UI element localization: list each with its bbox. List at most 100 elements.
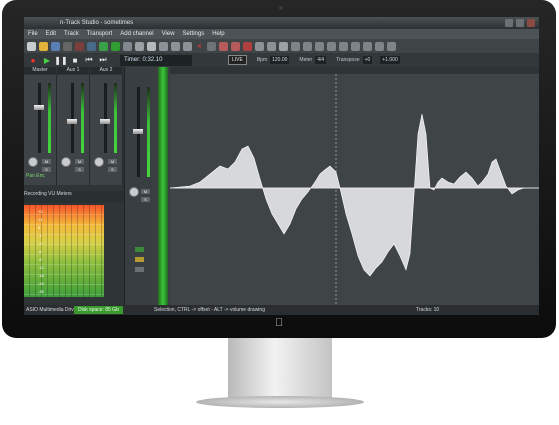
split-icon[interactable] <box>363 41 372 51</box>
master-solo-button[interactable]: S <box>141 197 150 202</box>
track-selection-bar[interactable] <box>158 67 168 305</box>
arrow-icon[interactable] <box>315 41 324 51</box>
record-icon[interactable]: ● <box>28 55 38 65</box>
bpm-label: Bpm <box>256 57 268 63</box>
vu-meter-grid <box>24 205 104 297</box>
fader-handle[interactable] <box>34 105 44 110</box>
piano-roll-icon[interactable] <box>279 41 288 51</box>
master-eq-button[interactable] <box>135 257 144 262</box>
window-controls <box>505 19 535 27</box>
monitor-stand <box>228 338 332 400</box>
fader-track <box>71 83 74 153</box>
transpose-label: Transpose <box>336 57 360 63</box>
solo-button[interactable]: S <box>75 167 84 172</box>
solo-button[interactable]: S <box>108 167 117 172</box>
menu-settings[interactable]: Settings <box>183 29 205 39</box>
waveform-display[interactable] <box>170 74 539 305</box>
pan-knob[interactable] <box>94 157 104 167</box>
pencil-icon[interactable] <box>303 41 312 51</box>
paste-icon[interactable] <box>183 41 192 51</box>
pan-knob[interactable] <box>61 157 71 167</box>
mute-button[interactable]: M <box>75 159 84 164</box>
level-meter <box>81 83 84 153</box>
fade-out-icon[interactable] <box>231 41 240 51</box>
menu-file[interactable]: File <box>28 29 38 39</box>
mute-button[interactable]: M <box>108 159 117 164</box>
loop-icon[interactable] <box>99 41 108 51</box>
status-hint: Selection, CTRL -> offset - ALT -> volum… <box>154 307 265 313</box>
menu-help[interactable]: Help <box>212 29 224 39</box>
monitor-icon[interactable] <box>111 41 120 51</box>
volume-field[interactable]: +1.000 <box>380 56 400 64</box>
menu-track[interactable]: Track <box>64 29 79 39</box>
save-icon[interactable] <box>51 41 60 51</box>
vu-meters-header: Recording VU Meters <box>24 191 124 203</box>
mixer-icon[interactable] <box>75 41 84 51</box>
undo-icon[interactable] <box>207 41 216 51</box>
delete-icon[interactable]: ✕ <box>195 42 204 51</box>
disk-space-indicator: Disk space: 85 Gb <box>74 306 123 314</box>
snap-icon[interactable] <box>375 41 384 51</box>
clock-icon[interactable] <box>147 41 156 51</box>
master-fader-handle[interactable] <box>133 129 143 134</box>
region-icon[interactable] <box>339 41 348 51</box>
title-bar: n-Track Studio - sometimes <box>24 17 539 29</box>
fader-track <box>38 83 41 153</box>
master-pan-knob[interactable] <box>129 187 139 197</box>
master-mute-button[interactable]: M <box>141 189 150 194</box>
channel-strip: M S Pan Enc <box>24 75 57 185</box>
mute-button[interactable]: M <box>42 159 51 164</box>
vu-scale-label: -3 <box>38 241 42 246</box>
stop-icon[interactable]: ■ <box>70 55 80 65</box>
bpm-field[interactable]: 120.00 <box>270 56 290 64</box>
vu-scale-label: -1 <box>38 233 42 238</box>
pause-icon[interactable]: ❚❚ <box>54 55 67 65</box>
menu-edit[interactable]: Edit <box>46 29 56 39</box>
scissors-icon[interactable] <box>159 41 168 51</box>
fast-forward-icon[interactable]: ⏭ <box>98 55 108 65</box>
fade-in-icon[interactable] <box>219 41 228 51</box>
timeline-ruler[interactable] <box>170 67 539 74</box>
timer-display: Timer: 0:32.10 <box>120 54 192 66</box>
master-strip: M S <box>124 67 155 307</box>
hand-icon[interactable] <box>291 41 300 51</box>
copy-icon[interactable] <box>171 41 180 51</box>
grid-icon[interactable] <box>267 41 276 51</box>
vu-scale-label: -35 <box>38 289 44 294</box>
master-fx-button[interactable] <box>135 247 144 252</box>
pan-knob[interactable] <box>28 157 38 167</box>
new-file-icon[interactable] <box>27 41 36 51</box>
menu-add-channel[interactable]: Add channel <box>120 29 153 39</box>
mixer-header-aux2: Aux 2 <box>90 67 122 74</box>
cut-icon[interactable] <box>63 41 72 51</box>
live-button[interactable]: LIVE <box>228 55 247 65</box>
trim-icon[interactable] <box>351 41 360 51</box>
scrub-icon[interactable] <box>327 41 336 51</box>
close-icon[interactable] <box>527 19 535 27</box>
play-icon[interactable]: ▶ <box>42 55 52 65</box>
meter-label: Meter <box>299 57 313 63</box>
list-icon[interactable] <box>255 41 264 51</box>
transpose-field[interactable]: +0 <box>362 56 373 64</box>
screen-icon[interactable] <box>123 41 132 51</box>
vu-scale-label: -18 <box>38 273 44 278</box>
fader-handle[interactable] <box>67 119 77 124</box>
maximize-icon[interactable] <box>516 19 524 27</box>
zoom-icon[interactable] <box>243 41 252 51</box>
punch-icon[interactable] <box>135 41 144 51</box>
solo-button[interactable]: S <box>42 167 51 172</box>
menu-view[interactable]: View <box>162 29 175 39</box>
menu-transport[interactable]: Transport <box>87 29 112 39</box>
record-mode-icon[interactable] <box>87 41 96 51</box>
toolbar: ✕ <box>24 39 539 53</box>
rewind-icon[interactable]: ⏮ <box>84 55 94 65</box>
fader-track <box>104 83 107 153</box>
settings-icon[interactable] <box>387 41 396 51</box>
open-folder-icon[interactable] <box>39 41 48 51</box>
fader-handle[interactable] <box>100 119 110 124</box>
vu-scale-label: -24 <box>38 281 44 286</box>
meter-field[interactable]: 4/4 <box>315 56 327 64</box>
master-aux-button[interactable] <box>135 267 144 272</box>
minimize-icon[interactable] <box>505 19 513 27</box>
app-window: n-Track Studio - sometimes File Edit Tra… <box>24 17 539 315</box>
